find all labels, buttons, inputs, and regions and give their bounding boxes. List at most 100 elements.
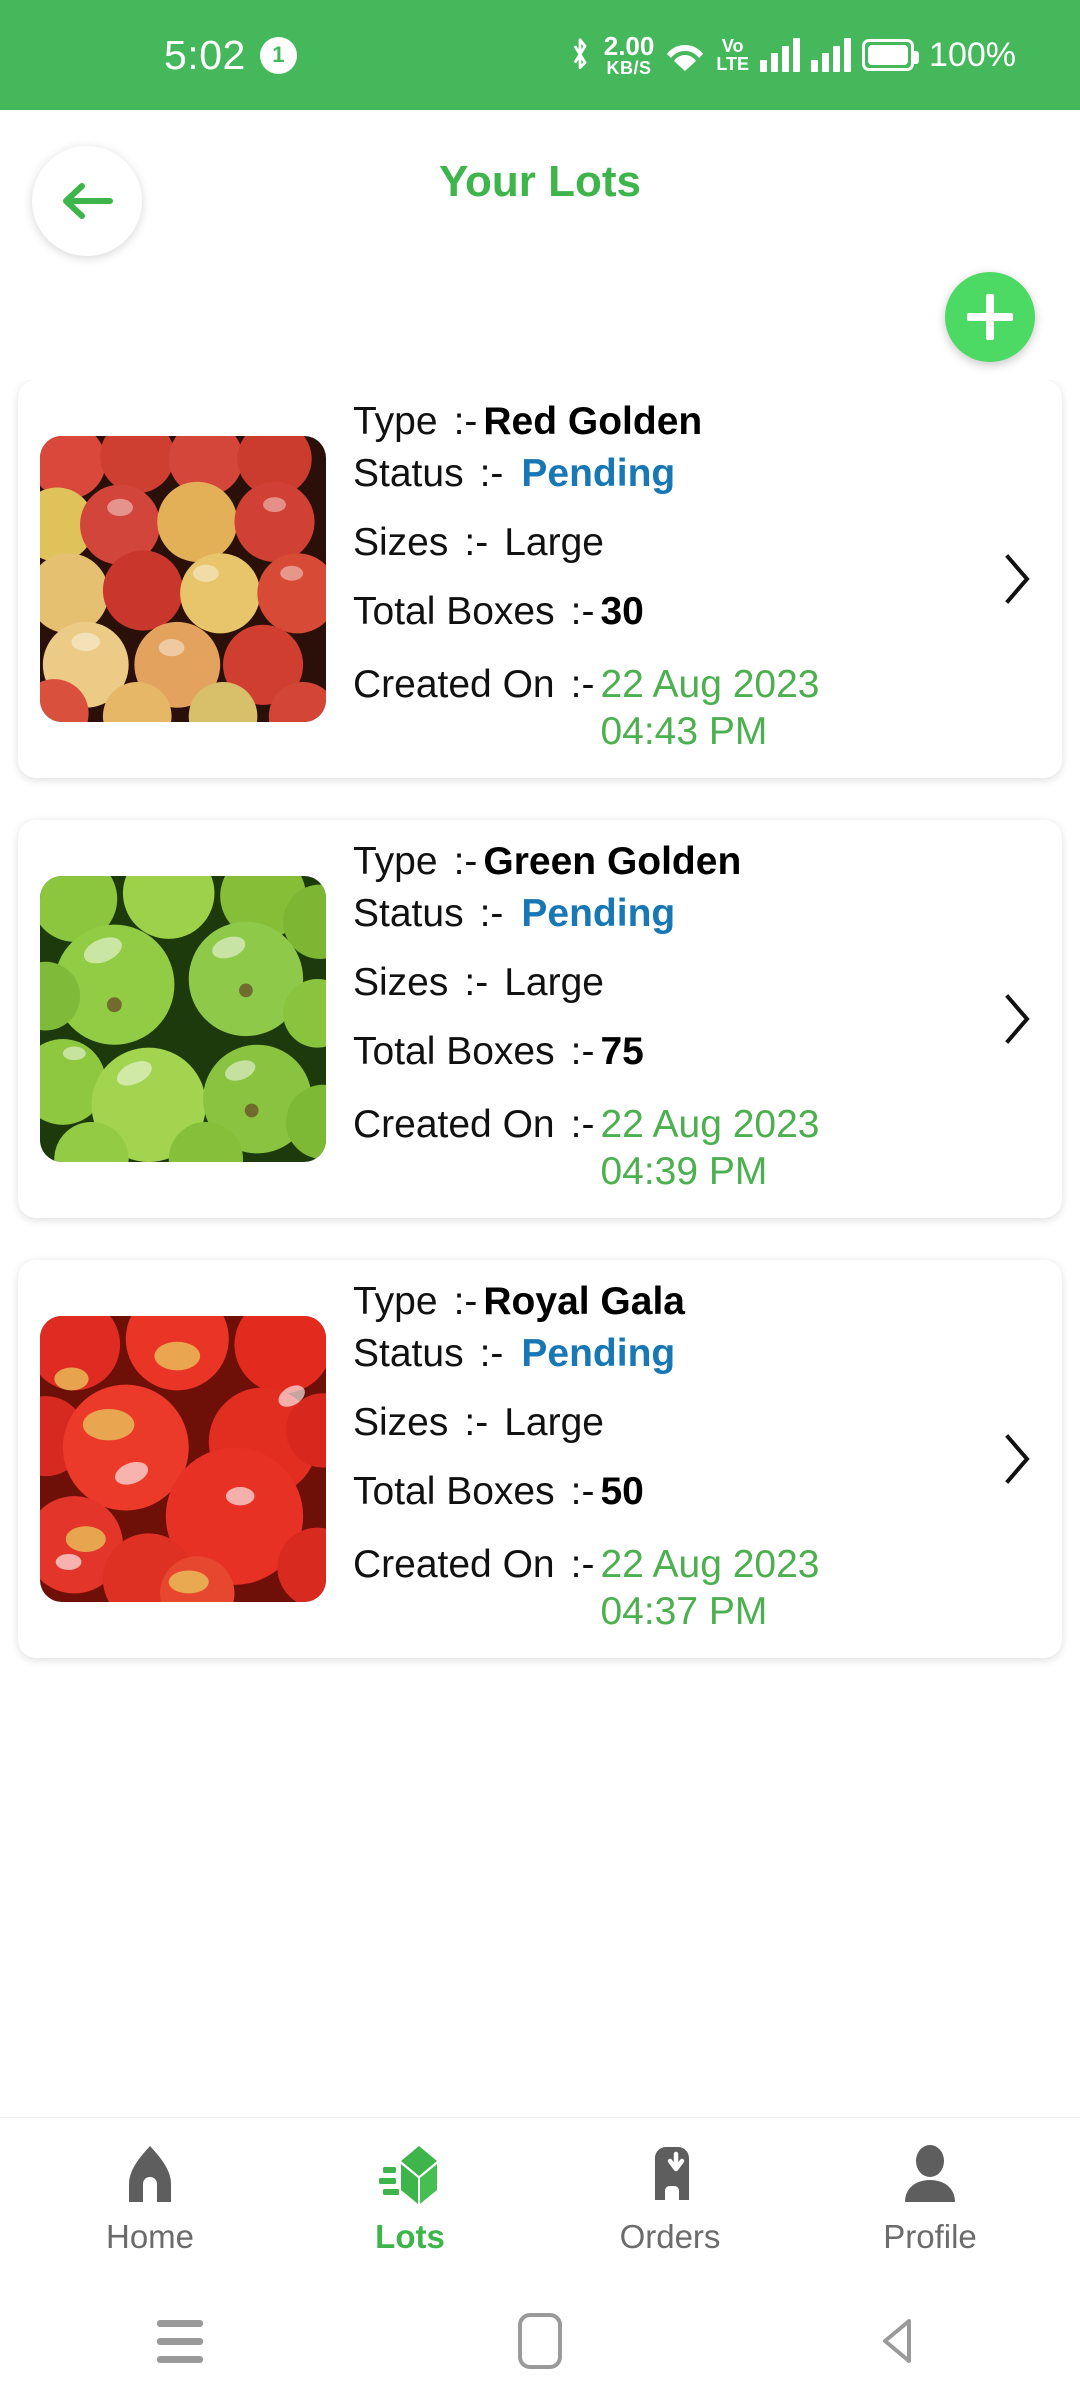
type-label: Type bbox=[353, 400, 438, 443]
nav-label-profile: Profile bbox=[883, 2218, 977, 2255]
lot-sizes-row: Sizes :- Large bbox=[353, 960, 986, 1004]
nav-item-home[interactable]: Home bbox=[60, 2144, 240, 2256]
signal-bars-icon-2 bbox=[811, 38, 852, 72]
lot-type-value: Royal Gala bbox=[483, 1279, 685, 1323]
orders-icon bbox=[655, 2147, 689, 2200]
box-icon bbox=[379, 2146, 437, 2204]
separator: :- bbox=[570, 662, 595, 706]
status-bar-right: 2.00 KB/S Vo LTE 100% bbox=[567, 33, 1016, 77]
lot-sizes-value: Large bbox=[504, 960, 604, 1004]
lot-boxes-row: Total Boxes :- 75 bbox=[353, 1029, 986, 1073]
home-icon bbox=[129, 2146, 171, 2202]
lot-type-row: Type :- Red Golden bbox=[353, 400, 986, 443]
app-bar: Your Lots bbox=[0, 110, 1080, 260]
lot-type-row: Type :- Green Golden bbox=[353, 839, 986, 883]
network-speed-unit: KB/S bbox=[606, 58, 652, 78]
sizes-label: Sizes bbox=[353, 960, 449, 1004]
sizes-label: Sizes bbox=[353, 520, 449, 564]
person-icon bbox=[905, 2145, 955, 2202]
recents-button[interactable] bbox=[100, 2319, 260, 2363]
lot-card[interactable]: Type :- Red Golden Status :- Pending Siz… bbox=[18, 380, 1062, 778]
status-bar-left: 5:02 1 bbox=[164, 32, 297, 79]
separator: :- bbox=[479, 451, 504, 495]
nav-item-lots[interactable]: Lots bbox=[320, 2144, 500, 2256]
home-button[interactable] bbox=[460, 2313, 620, 2369]
lot-created-row: Created On :- 22 Aug 2023 04:37 PM bbox=[353, 1541, 986, 1636]
sizes-label: Sizes bbox=[353, 1400, 449, 1444]
nav-item-profile[interactable]: Profile bbox=[840, 2144, 1020, 2256]
separator: :- bbox=[479, 891, 504, 935]
separator: :- bbox=[479, 1331, 504, 1375]
status-time: 5:02 bbox=[164, 31, 246, 78]
lot-sizes-value: Large bbox=[504, 1400, 604, 1444]
total-boxes-value: 30 bbox=[600, 589, 644, 633]
bottom-navigation: Home Lots Orders Profile bbox=[0, 2117, 1080, 2282]
nav-item-orders[interactable]: Orders bbox=[580, 2144, 760, 2256]
signal-bars-icon bbox=[760, 38, 801, 72]
volte-line2: LTE bbox=[716, 54, 750, 74]
separator: :- bbox=[453, 839, 478, 883]
notification-badge: 1 bbox=[259, 36, 297, 74]
lots-list: Type :- Red Golden Status :- Pending Siz… bbox=[0, 380, 1080, 2117]
home-square-icon bbox=[518, 2313, 562, 2369]
created-on-label: Created On bbox=[353, 1102, 555, 1146]
page-title: Your Lots bbox=[438, 157, 642, 206]
add-lot-button[interactable] bbox=[945, 272, 1035, 362]
total-boxes-label: Total Boxes bbox=[353, 1469, 555, 1513]
back-triangle-icon bbox=[883, 2319, 911, 2363]
separator: :- bbox=[570, 1542, 595, 1586]
total-boxes-label: Total Boxes bbox=[353, 589, 555, 633]
status-badge: Pending bbox=[521, 891, 676, 935]
created-on-label: Created On bbox=[353, 1542, 555, 1586]
separator: :- bbox=[464, 1400, 489, 1444]
type-label: Type bbox=[353, 1279, 438, 1323]
status-bar: 5:02 1 2.00 KB/S Vo LTE 100% bbox=[0, 0, 1080, 110]
chevron-right-icon bbox=[1005, 994, 1030, 1044]
status-label: Status bbox=[353, 891, 464, 935]
volte-icon: Vo LTE bbox=[716, 37, 749, 73]
separator: :- bbox=[570, 589, 595, 633]
network-speed: 2.00 KB/S bbox=[604, 33, 655, 77]
status-badge: Pending bbox=[521, 451, 676, 495]
created-on-value: 22 Aug 2023 04:43 PM bbox=[600, 662, 820, 754]
lot-type-value: Red Golden bbox=[483, 400, 703, 443]
lot-card[interactable]: Type :- Royal Gala Status :- Pending Siz… bbox=[18, 1259, 1062, 1658]
plus-icon-vertical bbox=[986, 294, 994, 340]
lot-details: Type :- Red Golden Status :- Pending Siz… bbox=[326, 400, 996, 756]
lot-boxes-row: Total Boxes :- 50 bbox=[353, 1469, 986, 1513]
separator: :- bbox=[570, 1469, 595, 1513]
lot-type-row: Type :- Royal Gala bbox=[353, 1279, 986, 1323]
chevron-right-icon bbox=[1005, 1433, 1030, 1484]
lot-thumbnail-red-golden bbox=[40, 435, 326, 722]
add-button-row bbox=[0, 260, 1080, 380]
back-button-system[interactable] bbox=[820, 2313, 980, 2369]
created-on-value: 22 Aug 2023 04:39 PM bbox=[600, 1102, 820, 1194]
volte-line1: Vo bbox=[721, 36, 744, 56]
chevron-right-icon bbox=[1005, 554, 1030, 604]
lot-card[interactable]: Type :- Green Golden Status :- Pending S… bbox=[18, 819, 1062, 1218]
lot-created-row: Created On :- 22 Aug 2023 04:43 PM bbox=[353, 661, 986, 756]
separator: :- bbox=[453, 1279, 478, 1323]
separator: :- bbox=[570, 1029, 595, 1073]
nav-label-home: Home bbox=[105, 2218, 195, 2255]
wifi-icon bbox=[667, 45, 704, 71]
separator: :- bbox=[570, 1102, 595, 1146]
system-navigation-bar bbox=[0, 2282, 1080, 2400]
lot-chevron[interactable] bbox=[996, 991, 1038, 1047]
separator: :- bbox=[464, 520, 489, 564]
lot-chevron[interactable] bbox=[996, 1431, 1038, 1487]
type-label: Type bbox=[353, 839, 438, 883]
lot-sizes-row: Sizes :- Large bbox=[353, 1400, 986, 1444]
lot-boxes-row: Total Boxes :- 30 bbox=[353, 589, 986, 633]
red-golden-apples-photo bbox=[40, 435, 326, 722]
status-badge: Pending bbox=[521, 1331, 676, 1375]
total-boxes-label: Total Boxes bbox=[353, 1029, 555, 1073]
royal-gala-apples-photo bbox=[40, 1315, 326, 1602]
nav-label-orders: Orders bbox=[619, 2218, 721, 2255]
created-on-label: Created On bbox=[353, 662, 555, 706]
status-label: Status bbox=[353, 1331, 464, 1375]
lot-status-row: Status :- Pending bbox=[353, 451, 986, 495]
lot-chevron[interactable] bbox=[996, 551, 1038, 607]
lot-status-row: Status :- Pending bbox=[353, 891, 986, 935]
app-screen: 5:02 1 2.00 KB/S Vo LTE 100% Your Lots T… bbox=[0, 0, 1080, 2400]
